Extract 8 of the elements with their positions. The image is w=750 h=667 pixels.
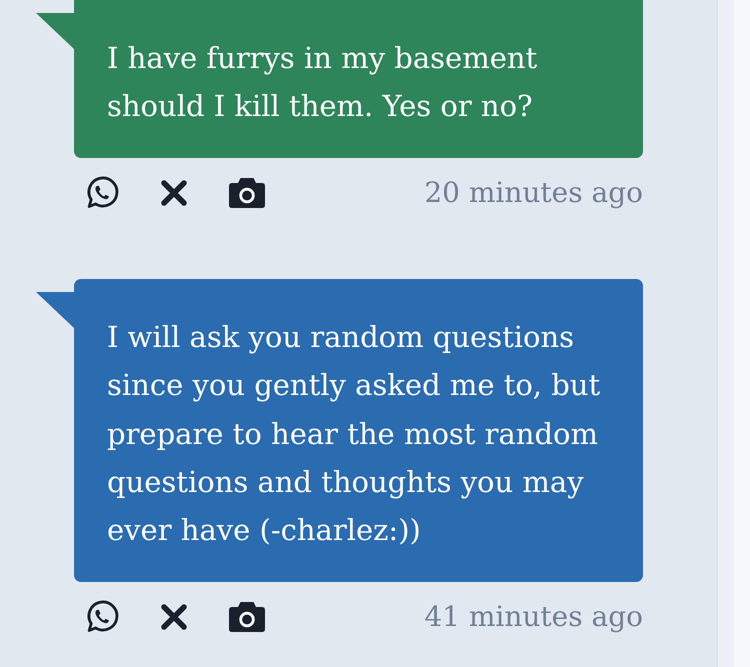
cross-icon[interactable]: [160, 178, 188, 207]
message-text: I will ask you random questions since you gently asked me to, but prepare to hear the most random questions and thoughts you may ever have (-charlez:)): [107, 318, 602, 550]
timestamp: 20 minutes ago: [424, 174, 643, 211]
timestamp: 41 minutes ago: [424, 598, 643, 635]
camera-icon[interactable]: [228, 600, 266, 633]
message-text: I have furrys in my basement should I kill them. Yes or no?: [107, 40, 538, 126]
cross-icon[interactable]: [160, 602, 188, 631]
camera-icon[interactable]: [228, 176, 266, 209]
